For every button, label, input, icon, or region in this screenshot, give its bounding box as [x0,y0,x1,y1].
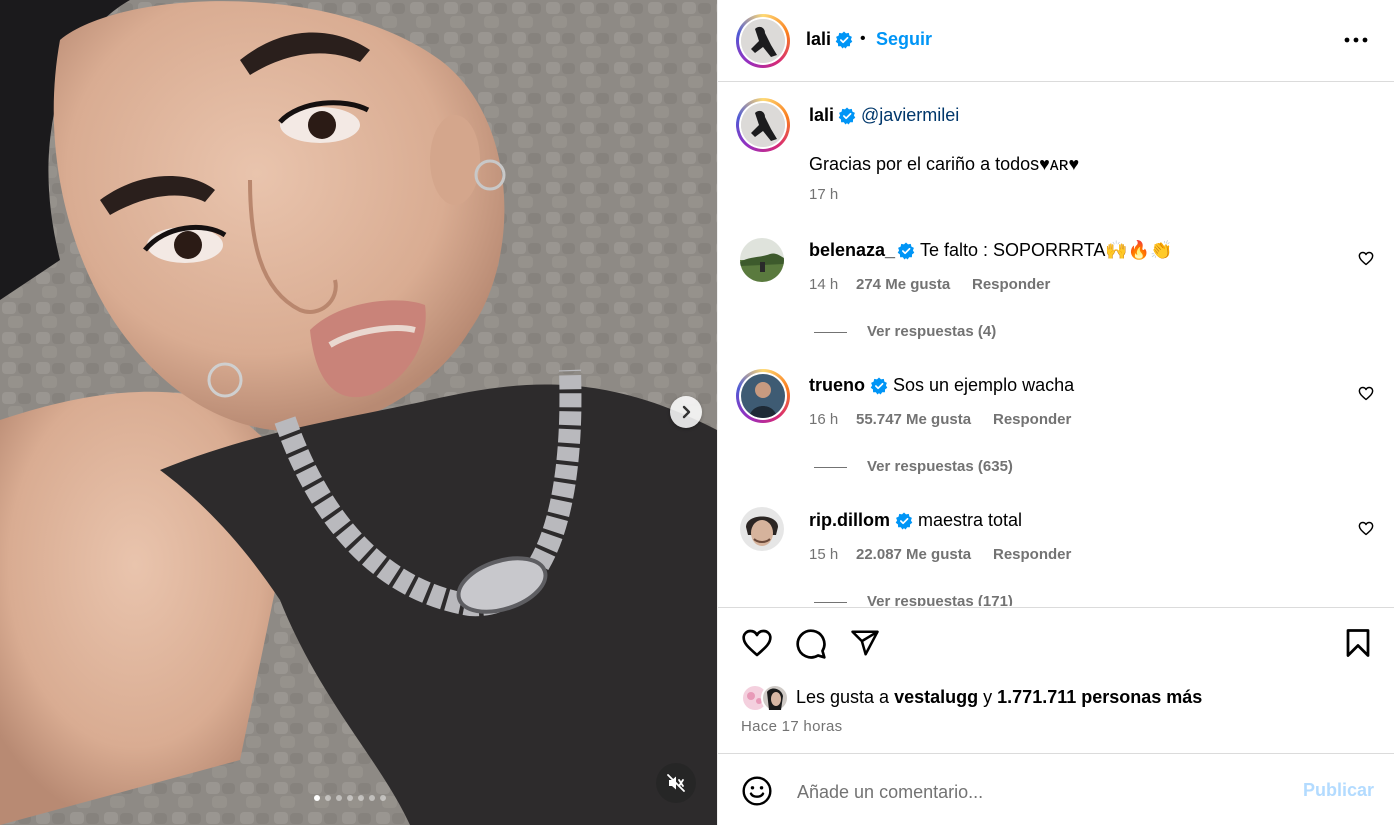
verified-badge-icon [835,31,853,49]
verified-badge-icon [870,377,888,395]
caption-author-photo [741,103,785,147]
view-replies-button[interactable]: Ver respuestas (635) [814,458,1013,475]
like-comment-heart-icon[interactable] [1358,251,1374,266]
verified-badge-icon [895,512,913,530]
carousel-dot [380,795,386,801]
comment-reply-button[interactable]: Responder [972,276,1050,293]
likes-prefix: Les gusta a [796,687,890,707]
post-timestamp[interactable]: Hace 17 horas [741,718,842,735]
likes-user[interactable]: vestalugg [894,687,978,707]
author-username[interactable]: lali [806,29,831,50]
commenter-photo [741,374,785,418]
caption-time[interactable]: 17 h [809,186,838,203]
speaker-muted-icon [667,774,685,792]
comment-composer: Publicar [718,753,1394,826]
comment-avatar[interactable] [740,507,784,551]
comment-text: Sos un ejemplo wacha [893,375,1075,395]
comment-bubble-icon[interactable] [795,628,827,660]
caption-mention[interactable]: @javiermilei [861,105,959,126]
post-details-panel: lali • Seguir lali @javiermilei Gracias … [717,0,1394,825]
comment-username[interactable]: belenaza_ [809,240,895,261]
post-header: lali • Seguir [718,0,1394,82]
follow-button[interactable]: Seguir [876,29,932,50]
comment-input[interactable] [795,778,1279,806]
next-slide-button[interactable] [670,396,702,428]
view-replies-button[interactable]: Ver respuestas (4) [814,323,996,340]
commenter-photo [740,238,784,282]
carousel-dot [369,795,375,801]
view-replies-label: Ver respuestas (4) [867,323,997,340]
view-replies-button[interactable]: Ver respuestas (171) [814,593,1013,606]
chevron-right-icon [682,405,691,419]
caption-text: Gracias por el cariño a todos♥ᴀʀ♥ [809,154,1080,174]
verified-badge-icon [897,242,915,260]
publish-button[interactable]: Publicar [1303,780,1374,801]
comment-likes[interactable]: 22.087 Me gusta [856,546,971,563]
comment-text: maestra total [918,510,1023,530]
view-replies-label: Ver respuestas (171) [867,593,1013,606]
caption-username[interactable]: lali [809,105,834,126]
replies-line [814,601,847,603]
comment-time[interactable]: 16 h [809,411,838,428]
like-comment-heart-icon[interactable] [1358,386,1374,401]
comment-username[interactable]: trueno [809,375,865,396]
replies-line [814,331,847,333]
likes-summary[interactable]: Les gusta a vestalugg y 1.771.711 person… [796,687,1202,708]
comment-likes[interactable]: 55.747 Me gusta [856,411,971,428]
separator-dot: • [860,30,866,47]
comment-username[interactable]: rip.dillom [809,510,890,531]
carousel-dot [314,795,320,801]
carousel-dot [336,795,342,801]
emoji-picker-icon[interactable] [741,775,773,807]
like-heart-icon[interactable] [741,628,773,658]
save-bookmark-icon[interactable] [1345,628,1371,658]
comment-reply-button[interactable]: Responder [993,546,1071,563]
author-avatar[interactable] [736,14,790,68]
likes-conj: y [983,687,993,707]
verified-badge-icon [838,107,856,125]
view-replies-label: Ver respuestas (635) [867,458,1013,475]
caption-avatar[interactable] [736,98,790,152]
post-media[interactable] [0,0,717,825]
author-photo [741,19,785,63]
replies-line [814,466,847,468]
mute-button[interactable] [656,763,696,803]
share-send-icon[interactable] [849,628,881,658]
like-comment-heart-icon[interactable] [1358,521,1374,536]
comment-time[interactable]: 14 h [809,276,838,293]
more-options-icon[interactable] [1344,37,1368,43]
carousel-dot [358,795,364,801]
comment-time[interactable]: 15 h [809,546,838,563]
likes-others[interactable]: 1.771.711 personas más [997,687,1202,707]
comment-avatar[interactable] [740,238,784,282]
liked-by-avatars[interactable] [741,684,789,712]
carousel-dot [325,795,331,801]
comment-text: Te falto : SOPORRRTA🙌🔥👏 [920,240,1173,260]
carousel-indicator [314,795,386,801]
post-photo [0,0,717,825]
comment-likes[interactable]: 274 Me gusta [856,276,950,293]
comment-reply-button[interactable]: Responder [993,411,1071,428]
carousel-dot [347,795,353,801]
comment-avatar[interactable] [736,369,790,423]
post-actions-bar: Les gusta a vestalugg y 1.771.711 person… [718,607,1394,754]
liked-by-photos [741,684,789,712]
view-replies-clip: Ver respuestas (171) [814,587,1114,606]
commenter-photo [740,507,784,551]
